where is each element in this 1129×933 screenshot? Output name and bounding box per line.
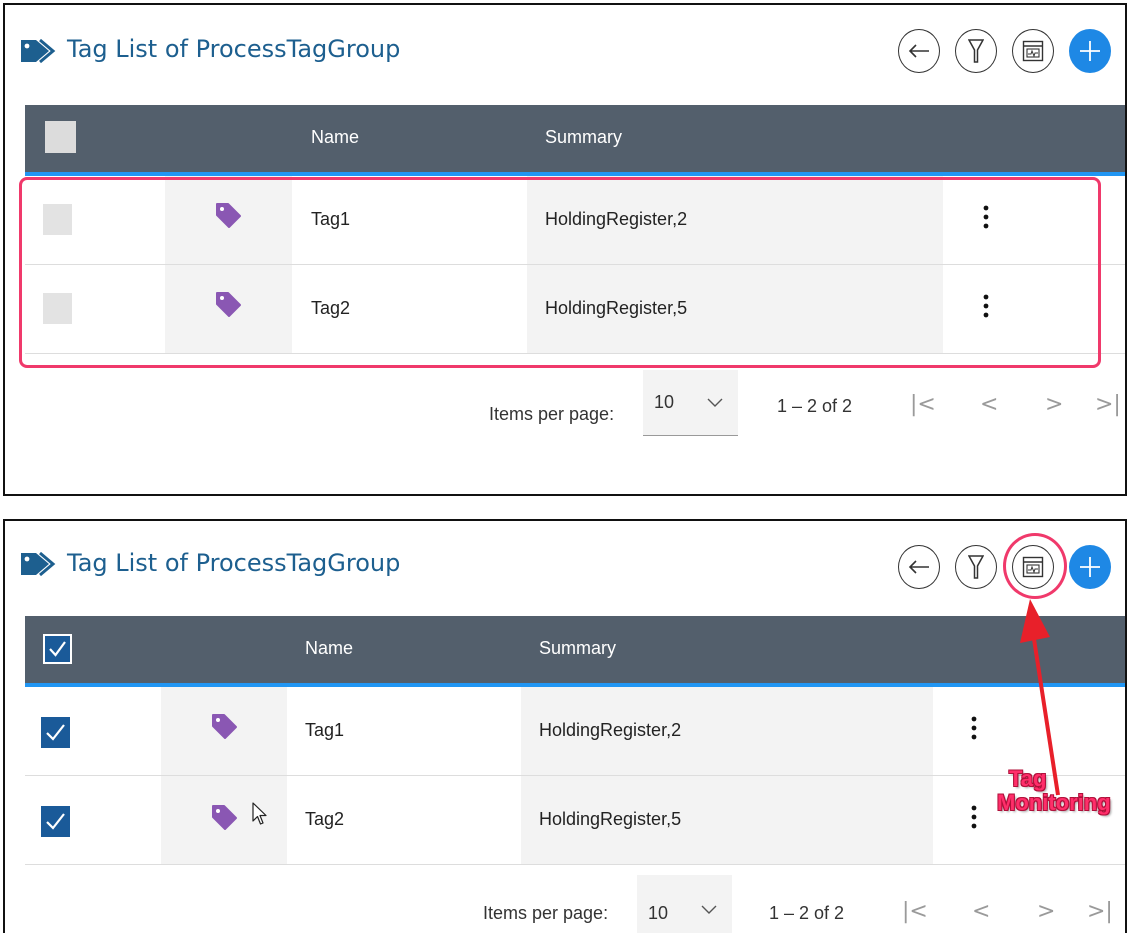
back-arrow-icon <box>908 560 929 574</box>
column-header-summary[interactable]: Summary <box>545 127 622 148</box>
toolbar <box>898 29 1111 73</box>
annotation-line-2: Monitoring <box>997 790 1111 815</box>
last-page-icon[interactable]: >| <box>1095 392 1121 417</box>
annotation-line-1: Tag <box>1009 766 1047 791</box>
tag-monitoring-icon <box>1022 40 1044 62</box>
tag-name: Tag2 <box>305 809 345 829</box>
rows-highlight-box <box>19 177 1101 368</box>
page-range-label: 1 – 2 of 2 <box>777 396 853 416</box>
last-page-icon[interactable]: >| <box>1087 899 1113 924</box>
tag-monitoring-button[interactable] <box>1012 29 1054 73</box>
first-page-icon[interactable]: |< <box>910 392 936 417</box>
page-size-value: 10 <box>654 392 675 412</box>
tags-icon <box>21 551 56 577</box>
back-arrow-icon <box>908 44 929 58</box>
checkmark-icon <box>49 641 66 657</box>
panel-header: Tag List of ProcessTagGroup <box>5 5 1125 95</box>
row-checkbox[interactable] <box>41 806 70 837</box>
table-header: Name Summary <box>25 616 1125 683</box>
tag-list-panel-before: Tag List of ProcessTagGroup Name Summary… <box>3 3 1127 496</box>
next-page-icon[interactable]: > <box>1045 392 1063 417</box>
add-tag-button[interactable] <box>1069 29 1111 73</box>
table-row[interactable]: Tag1 HoldingRegister,2 <box>25 687 1125 776</box>
table-header: Name Summary <box>25 105 1125 172</box>
page-size-select[interactable]: 10 <box>643 370 738 436</box>
tag-icon <box>212 714 237 739</box>
filter-icon <box>968 39 984 63</box>
previous-page-icon[interactable]: < <box>980 392 998 417</box>
more-options-icon[interactable] <box>971 715 977 741</box>
tag-monitoring-annotation: Tag Monitoring <box>997 766 1125 815</box>
page-title: Tag List of ProcessTagGroup <box>67 549 401 577</box>
tag-summary: HoldingRegister,2 <box>539 720 682 740</box>
add-icon <box>1080 557 1100 577</box>
mouse-cursor-icon <box>252 802 267 825</box>
filter-icon <box>968 555 984 579</box>
more-options-icon[interactable] <box>971 804 977 830</box>
checkmark-icon <box>46 813 65 830</box>
page-title: Tag List of ProcessTagGroup <box>67 35 401 63</box>
tag-name: Tag1 <box>305 720 345 740</box>
previous-page-icon[interactable]: < <box>972 899 990 924</box>
column-header-name[interactable]: Name <box>311 127 359 148</box>
filter-button[interactable] <box>955 545 997 589</box>
paginator: Items per page: 10 1 – 2 of 2 |< < > >| <box>25 370 1125 436</box>
column-header-name[interactable]: Name <box>305 638 353 659</box>
paginator: Items per page: 10 1 – 2 of 2 |< < > >| <box>25 869 1125 933</box>
chevron-down-icon <box>701 905 717 914</box>
add-icon <box>1080 41 1100 61</box>
items-per-page-label: Items per page: <box>489 404 615 424</box>
tag-summary: HoldingRegister,5 <box>539 809 682 829</box>
chevron-down-icon <box>707 398 723 407</box>
table-row[interactable]: Tag2 HoldingRegister,5 <box>25 776 1125 865</box>
select-all-checkbox[interactable] <box>45 121 76 153</box>
next-page-icon[interactable]: > <box>1037 899 1055 924</box>
items-per-page-label: Items per page: <box>483 903 609 923</box>
column-header-summary[interactable]: Summary <box>539 638 616 659</box>
page-size-select[interactable]: 10 <box>637 875 732 933</box>
first-page-icon[interactable]: |< <box>902 899 928 924</box>
tag-list-panel-after: Tag List of ProcessTagGroup Name Summary <box>3 519 1127 933</box>
page-size-value: 10 <box>648 903 669 923</box>
row-checkbox[interactable] <box>41 717 70 748</box>
monitoring-highlight-ring <box>1003 533 1067 599</box>
checkmark-icon <box>46 724 65 741</box>
select-all-checkbox[interactable] <box>43 634 72 664</box>
panel-header: Tag List of ProcessTagGroup <box>5 521 1125 611</box>
tags-icon <box>21 38 56 64</box>
back-button[interactable] <box>898 545 940 589</box>
back-button[interactable] <box>898 29 940 73</box>
page-range-label: 1 – 2 of 2 <box>769 903 845 923</box>
tag-icon <box>212 805 237 830</box>
add-tag-button[interactable] <box>1069 545 1111 589</box>
filter-button[interactable] <box>955 29 997 73</box>
